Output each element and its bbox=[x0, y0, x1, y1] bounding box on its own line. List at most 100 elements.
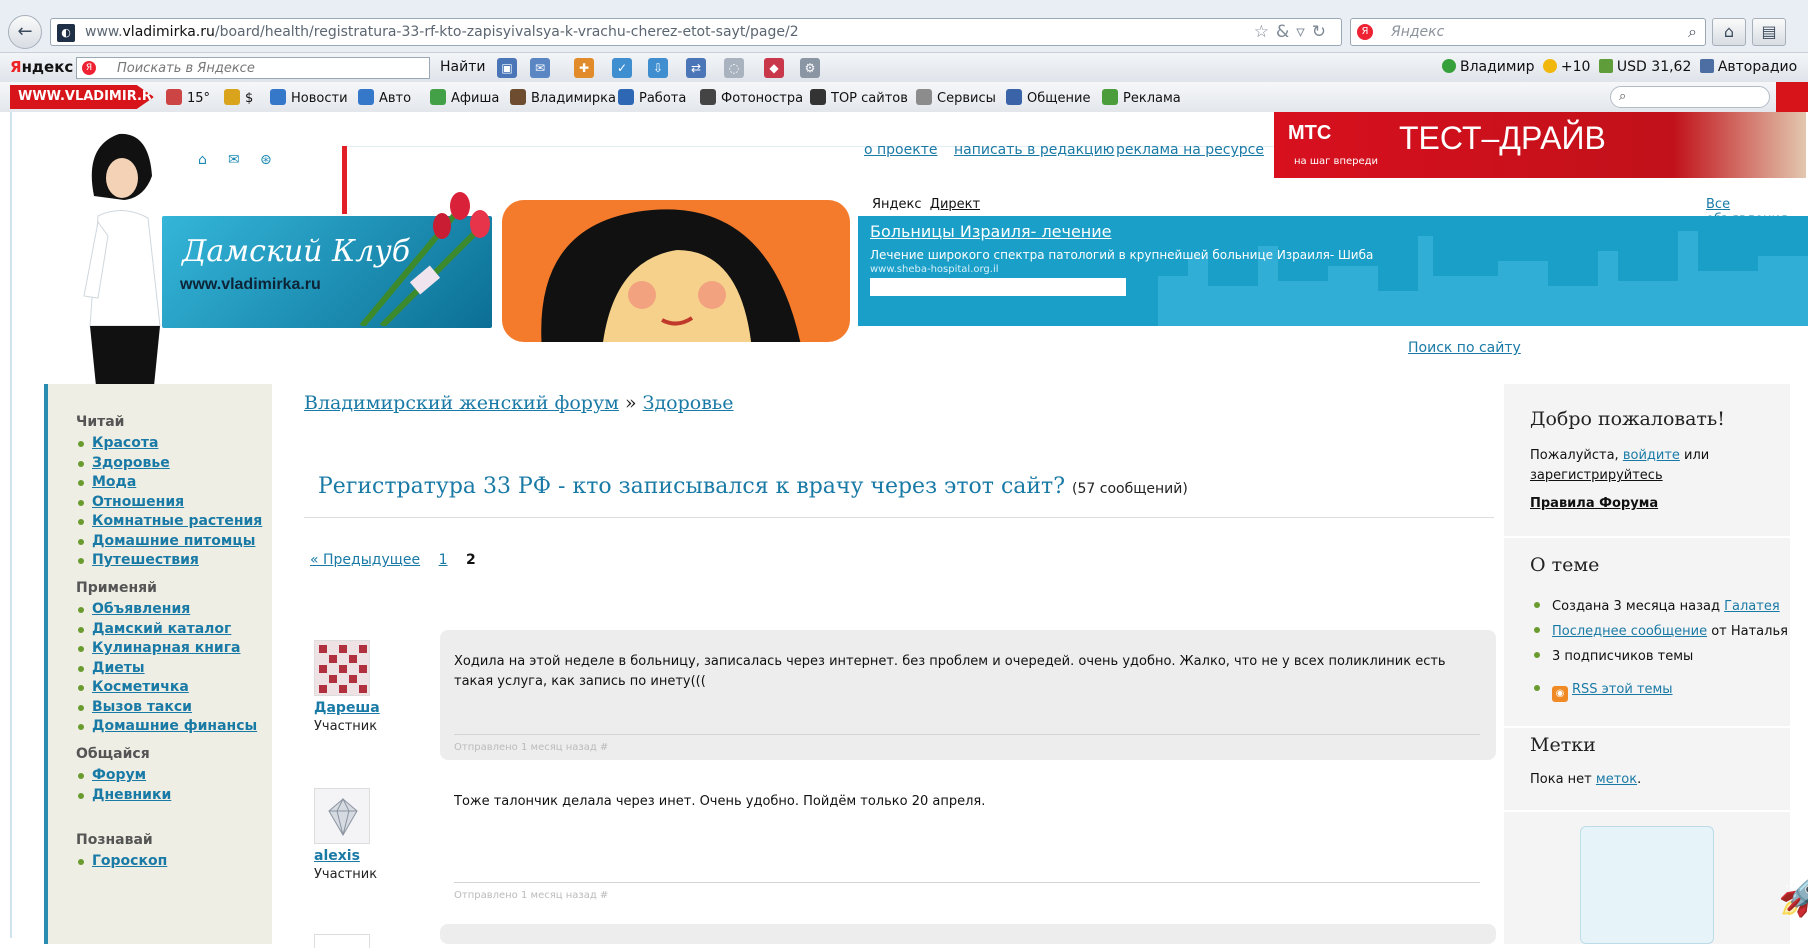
vladimir-brand-button[interactable]: WWW.VLADIMIR.RU bbox=[10, 85, 154, 109]
rss-link[interactable]: RSS этой темы bbox=[1572, 682, 1673, 697]
user-status-icon bbox=[1442, 59, 1456, 73]
ad-description: Лечение широкого спектра патологий в кру… bbox=[870, 248, 1374, 262]
post-meta[interactable]: Отправлено 1 месяц назад # bbox=[454, 742, 608, 753]
linkbar-jobs[interactable]: Работа bbox=[618, 89, 686, 106]
linkbar-ads[interactable]: Реклама bbox=[1102, 89, 1181, 106]
write-editor-link[interactable]: написать в редакцию bbox=[954, 142, 1114, 158]
yandex-direct-label[interactable]: Яндекс Директ bbox=[872, 197, 980, 212]
scroll-to-top-rocket-icon[interactable]: 🚀 bbox=[1778, 872, 1808, 919]
sidebar-item-forum[interactable]: Форум bbox=[76, 766, 171, 786]
ad-title-link[interactable]: Больницы Израиля- лечение bbox=[870, 222, 1112, 241]
post-meta[interactable]: Отправлено 1 месяц назад # bbox=[454, 890, 608, 901]
avatar[interactable] bbox=[314, 934, 370, 948]
sidebar-item-pets[interactable]: Домашние питомцы bbox=[76, 532, 262, 552]
linkbar-afisha[interactable]: Афиша bbox=[430, 89, 499, 106]
linkbar-vladimirka[interactable]: Владимирка bbox=[510, 89, 616, 106]
post-author-link[interactable]: Дареша bbox=[314, 700, 380, 716]
sidebar-item-beauty[interactable]: Красота bbox=[76, 434, 262, 454]
about-link[interactable]: о проекте bbox=[864, 142, 937, 158]
sidebar-item-houseplants[interactable]: Комнатные растения bbox=[76, 512, 262, 532]
breadcrumb-forum-link[interactable]: Владимирский женский форум bbox=[304, 392, 619, 414]
forum-rules-link[interactable]: Правила Форума bbox=[1530, 496, 1658, 511]
sidebar-item-cosmetics[interactable]: Косметичка bbox=[76, 678, 257, 698]
sidebar-item-catalog[interactable]: Дамский каталог bbox=[76, 620, 257, 640]
sidebar-item-diets[interactable]: Диеты bbox=[76, 659, 257, 679]
gear-icon[interactable]: ⚙ bbox=[800, 58, 820, 78]
linkbar-social[interactable]: Общение bbox=[1006, 89, 1090, 106]
mts-ad-banner[interactable]: МТС на шаг впереди ТЕСТ–ДРАЙВ bbox=[1274, 112, 1806, 178]
pager-page-1[interactable]: 1 bbox=[439, 552, 448, 568]
sidebar-item-fashion[interactable]: Мода bbox=[76, 473, 262, 493]
home-icon[interactable]: ⌂ bbox=[198, 152, 207, 168]
chat-icon[interactable]: ◌ bbox=[724, 58, 744, 78]
site-favicon: ◐ bbox=[57, 24, 75, 42]
context-ad-block[interactable]: Больницы Израиля- лечение Лечение широко… bbox=[858, 216, 1808, 326]
find-button[interactable]: Найти bbox=[440, 59, 485, 75]
search-icon[interactable]: ⌕ bbox=[1688, 22, 1697, 42]
login-link[interactable]: войдите bbox=[1623, 448, 1680, 463]
sidebar-item-health[interactable]: Здоровье bbox=[76, 454, 262, 474]
linkbar-top-sites[interactable]: TOP сайтов bbox=[810, 89, 908, 106]
avatar[interactable] bbox=[314, 640, 370, 696]
weather-item[interactable]: 15° bbox=[166, 89, 210, 106]
yandex-status-area[interactable]: Владимир +10 USD 31,62 Авторадио bbox=[1438, 59, 1797, 75]
register-link[interactable]: зарегистрируйтесь bbox=[1530, 468, 1663, 483]
yandex-search-input[interactable]: Я Поискать в Яндексе bbox=[76, 57, 430, 79]
money-item[interactable]: $ bbox=[224, 89, 253, 106]
sidebar-item-finances[interactable]: Домашние финансы bbox=[76, 717, 257, 737]
post-author-link[interactable]: alexis bbox=[314, 848, 360, 864]
shield-icon[interactable]: ◆ bbox=[764, 58, 784, 78]
sidebar-item-travel[interactable]: Путешествия bbox=[76, 551, 262, 571]
topic-creator-link[interactable]: Галатея bbox=[1724, 599, 1780, 614]
sidebar-item-diaries[interactable]: Дневники bbox=[76, 786, 171, 806]
bookmark-icon[interactable]: ▣ bbox=[497, 58, 517, 78]
puzzle-icon[interactable]: ✚ bbox=[574, 58, 594, 78]
topic-last-post: Последнее сообщение от Наталья bbox=[1530, 619, 1788, 644]
sidebar-item-relationships[interactable]: Отношения bbox=[76, 493, 262, 513]
mail-icon[interactable]: ✉ bbox=[530, 58, 550, 78]
sidebar-item-horoscope[interactable]: Гороскоп bbox=[76, 852, 167, 872]
forum-post bbox=[314, 924, 1496, 948]
linkbar-auto[interactable]: Авто bbox=[358, 89, 411, 106]
search-icon: ⌕ bbox=[1619, 89, 1627, 104]
thermometer-icon bbox=[166, 89, 182, 105]
sidebar-item-taxi[interactable]: Вызов такси bbox=[76, 698, 257, 718]
club-logo-banner[interactable]: Дамский Клуб www.vladimirka.ru bbox=[162, 192, 492, 328]
mail-icon[interactable]: ✉ bbox=[228, 152, 240, 168]
linkbar-services[interactable]: Сервисы bbox=[916, 89, 996, 106]
avatar[interactable] bbox=[314, 788, 370, 844]
breadcrumb-section-link[interactable]: Здоровье bbox=[643, 392, 734, 414]
ad-url[interactable]: www.sheba-hospital.org.il bbox=[870, 264, 999, 275]
linkbar-photos[interactable]: Фотоностра bbox=[700, 89, 803, 106]
site-search-link[interactable]: Поиск по сайту bbox=[1408, 340, 1521, 356]
home-button[interactable]: ⌂ bbox=[1712, 18, 1746, 46]
tags-link[interactable]: меток bbox=[1596, 772, 1637, 787]
advertising-link[interactable]: реклама на ресурсе bbox=[1116, 142, 1264, 158]
sitemap-icon[interactable]: ⊛ bbox=[260, 152, 272, 168]
forum-post: alexis Участник Тоже талончик делала чер… bbox=[314, 778, 1496, 912]
check-icon[interactable]: ✓ bbox=[612, 58, 632, 78]
address-bar[interactable]: ◐ www.vladimirka.ru/board/health/registr… bbox=[50, 18, 1342, 46]
widget-thumbnail[interactable] bbox=[1580, 826, 1714, 944]
menu-button[interactable]: ▤ bbox=[1752, 18, 1786, 46]
sidebar-item-classifieds[interactable]: Объявления bbox=[76, 600, 257, 620]
person-icon bbox=[618, 89, 634, 105]
about-topic-title: О теме bbox=[1530, 554, 1600, 576]
pager-prev-link[interactable]: « Предыдущее bbox=[310, 552, 420, 568]
download-icon[interactable]: ⇩ bbox=[648, 58, 668, 78]
translate-icon[interactable]: ⇄ bbox=[686, 58, 706, 78]
ads-icon bbox=[1102, 89, 1118, 105]
section-title: Общайся bbox=[76, 746, 150, 762]
linkbar-search-input[interactable]: ⌕ bbox=[1610, 86, 1770, 108]
address-bar-icons[interactable]: ☆&▿↻ bbox=[1254, 22, 1333, 42]
browser-search-box[interactable]: Я Яндекс ⌕ bbox=[1350, 18, 1706, 46]
post-text: Ходила на этой неделе в больницу, записа… bbox=[454, 654, 1446, 689]
back-button[interactable]: ← bbox=[8, 15, 42, 49]
sidebar-divider bbox=[1504, 536, 1790, 538]
post-divider bbox=[454, 734, 1480, 735]
sidebar-item-cookbook[interactable]: Кулинарная книга bbox=[76, 639, 257, 659]
last-post-link[interactable]: Последнее сообщение bbox=[1552, 624, 1707, 639]
linkbar-news[interactable]: Новости bbox=[270, 89, 348, 106]
topic-rss: ◉ RSS этой темы bbox=[1530, 677, 1788, 702]
yandex-logo[interactable]: Яндекс bbox=[10, 58, 73, 76]
